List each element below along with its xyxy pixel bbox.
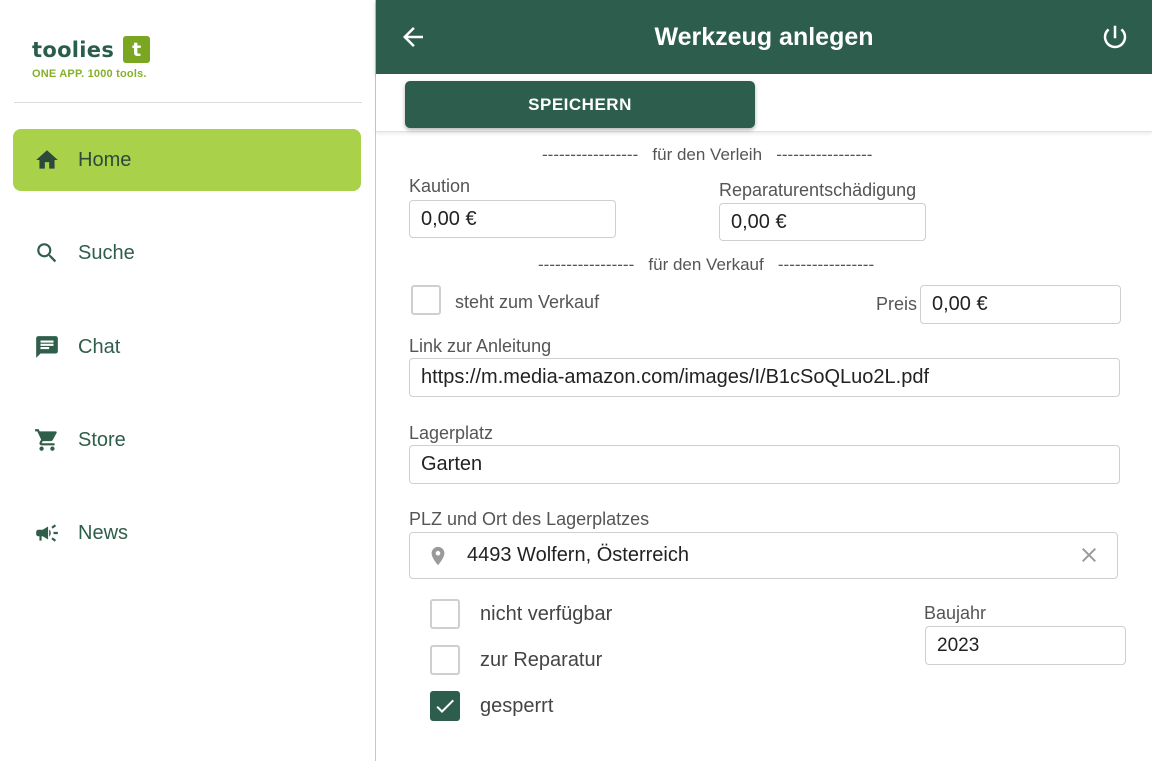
form-toolbar: SPEICHERN [376, 74, 1152, 132]
sidebar: toolies t ONE APP. 1000 tools. Home Such… [0, 0, 376, 761]
blocked-checkbox[interactable] [430, 691, 460, 721]
search-icon [33, 239, 61, 267]
sidebar-item-label: News [78, 521, 129, 544]
sidebar-item-chat[interactable]: Chat [13, 316, 361, 378]
page-title: Werkzeug anlegen [654, 23, 874, 51]
location-label: PLZ und Ort des Lagerplatzes [409, 509, 650, 529]
check-icon [436, 699, 454, 713]
home-icon [33, 146, 61, 174]
storage-label: Lagerplatz [409, 423, 494, 443]
in-repair-checkbox[interactable] [430, 645, 460, 675]
sidebar-item-label: Home [78, 148, 132, 171]
location-field[interactable]: 4493 Wolfern, Österreich [409, 532, 1118, 579]
for-sale-label: steht zum Verkauf [455, 292, 600, 312]
app-logo: toolies t ONE APP. 1000 tools. [32, 36, 151, 80]
tool-form: ----------------- für den Verleih ------… [376, 132, 1152, 761]
price-field[interactable]: 0,00 € [920, 285, 1121, 324]
logout-button[interactable] [1100, 22, 1130, 52]
sidebar-item-store[interactable]: Store [13, 409, 361, 471]
year-label: Baujahr [924, 603, 987, 623]
in-repair-label: zur Reparatur [480, 649, 603, 671]
save-button[interactable]: SPEICHERN [405, 81, 755, 128]
repair-compensation-field[interactable]: 0,00 € [719, 203, 926, 241]
clear-icon[interactable] [1077, 543, 1101, 567]
megaphone-icon [33, 519, 61, 547]
sidebar-item-label: Chat [78, 335, 121, 358]
logo-tagline: ONE APP. 1000 tools. [32, 68, 147, 80]
sidebar-item-label: Suche [78, 241, 135, 264]
manual-link-label: Link zur Anleitung [409, 336, 552, 356]
storage-field[interactable]: Garten [409, 445, 1120, 484]
deposit-field[interactable]: 0,00 € [409, 200, 616, 238]
location-value: 4493 Wolfern, Österreich [467, 544, 689, 566]
logo-wordmark: toolies [32, 37, 115, 62]
sidebar-divider [14, 102, 362, 103]
for-sale-checkbox[interactable] [411, 285, 441, 315]
logo-badge: t [123, 36, 151, 63]
rental-section-divider: ----------------- für den Verleih ------… [542, 145, 873, 164]
app-header: Werkzeug anlegen [376, 0, 1152, 74]
not-available-label: nicht verfügbar [480, 603, 613, 625]
deposit-label: Kaution [409, 176, 471, 196]
year-field[interactable]: 2023 [925, 626, 1126, 665]
sidebar-item-suche[interactable]: Suche [13, 222, 361, 284]
not-available-checkbox[interactable] [430, 599, 460, 629]
power-icon [1103, 25, 1127, 49]
cart-icon [33, 426, 61, 454]
manual-link-field[interactable]: https://m.media-amazon.com/images/I/B1cS… [409, 358, 1120, 397]
location-pin-icon [431, 546, 445, 566]
repair-compensation-label: Reparaturentschädigung [719, 180, 917, 200]
price-label: Preis [876, 294, 918, 314]
chat-icon [33, 333, 61, 361]
sidebar-item-news[interactable]: News [13, 502, 361, 564]
sale-section-divider: ----------------- für den Verkauf ------… [538, 255, 875, 274]
sidebar-item-home[interactable]: Home [13, 129, 361, 191]
sidebar-item-label: Store [78, 428, 126, 451]
blocked-label: gesperrt [480, 695, 554, 717]
